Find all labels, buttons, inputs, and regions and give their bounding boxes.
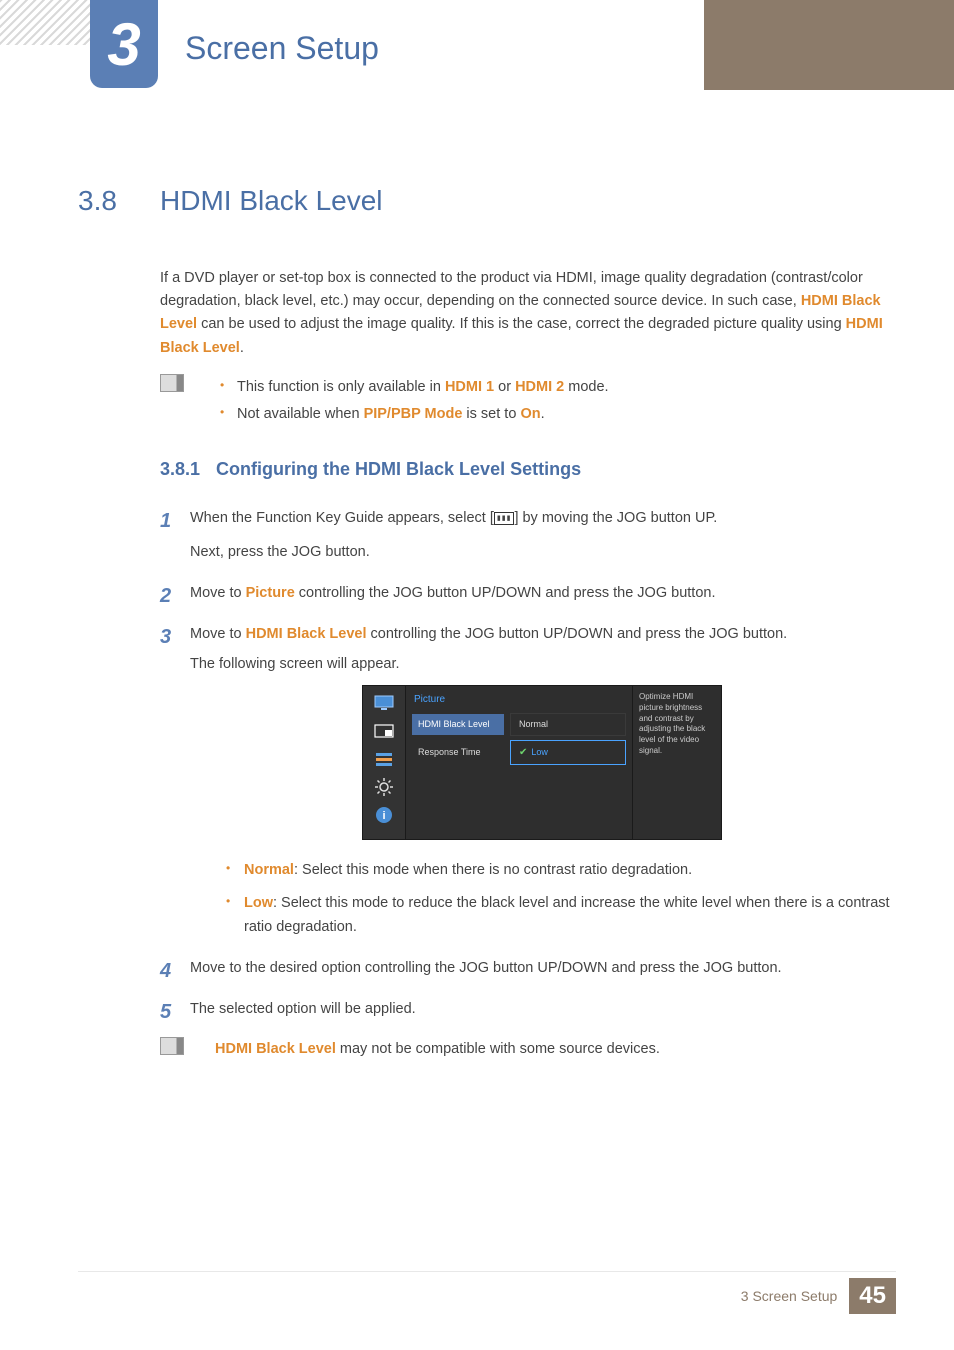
- step-marker-2: 2: [160, 579, 171, 613]
- note-1a-mid: or: [494, 379, 515, 395]
- osd-label-2: Response Time: [412, 742, 504, 763]
- step-1-text-a: When the Function Key Guide appears, sel…: [190, 510, 494, 526]
- option-normal: Normal: Select this mode when there is n…: [220, 858, 894, 883]
- steps-list: 1 When the Function Key Guide appears, s…: [160, 506, 894, 1021]
- note-list-1: This function is only available in HDMI …: [215, 374, 609, 429]
- chapter-title: Screen Setup: [185, 30, 379, 67]
- step-3-line2: The following screen will appear.: [190, 652, 894, 677]
- option-low-label: Low: [244, 895, 273, 911]
- osd-sidebar: i: [363, 686, 405, 839]
- step-3-pre: Move to: [190, 626, 246, 642]
- note-1b-hl2: On: [520, 406, 540, 422]
- note-1b: Not available when PIP/PBP Mode is set t…: [215, 401, 609, 429]
- step-2-hl: Picture: [246, 585, 295, 601]
- pip-icon: [373, 722, 395, 740]
- step-4: 4 Move to the desired option controlling…: [160, 956, 894, 981]
- chapter-badge: 3: [90, 0, 158, 88]
- pencil-icon: [160, 1037, 184, 1055]
- osd-hint: Optimize HDMI picture brightness and con…: [633, 686, 721, 839]
- osd-main: Picture HDMI Black Level Normal Response…: [405, 686, 633, 839]
- menu-icon: [494, 512, 515, 525]
- step-marker-1: 1: [160, 504, 171, 538]
- note-1b-mid: is set to: [462, 406, 520, 422]
- note-icon-col: [160, 374, 215, 429]
- step-2: 2 Move to Picture controlling the JOG bu…: [160, 581, 894, 606]
- note-1b-post: .: [541, 406, 545, 422]
- note-1b-pre: Not available when: [237, 406, 364, 422]
- note-block-1: This function is only available in HDMI …: [160, 374, 894, 429]
- osd-title: Picture: [406, 686, 632, 713]
- option-low: Low: Select this mode to reduce the blac…: [220, 891, 894, 940]
- step-1: 1 When the Function Key Guide appears, s…: [160, 506, 894, 565]
- footer-text: 3 Screen Setup: [741, 1288, 838, 1304]
- intro-text-1: If a DVD player or set-top box is connec…: [160, 270, 863, 309]
- osd-items: HDMI Black Level Normal Response Time ✔ L…: [406, 713, 632, 775]
- note-1b-hl1: PIP/PBP Mode: [364, 406, 463, 422]
- subsection-number: 3.8.1: [160, 459, 200, 479]
- osd-option-low: ✔ Low: [510, 740, 626, 765]
- options-list: Normal: Select this mode when there is n…: [220, 858, 894, 940]
- step-marker-5: 5: [160, 995, 171, 1029]
- step-5-text: The selected option will be applied.: [190, 1001, 416, 1017]
- info-icon: i: [373, 806, 395, 824]
- osd-label-1: HDMI Black Level: [412, 714, 504, 735]
- note-icon-col-2: [160, 1037, 215, 1062]
- step-4-text: Move to the desired option controlling t…: [190, 960, 782, 976]
- step-5: 5 The selected option will be applied.: [160, 997, 894, 1022]
- step-2-post: controlling the JOG button UP/DOWN and p…: [295, 585, 716, 601]
- step-marker-4: 4: [160, 954, 171, 988]
- osd-option-low-label: Low: [531, 745, 548, 760]
- note-1a-post: mode.: [564, 379, 608, 395]
- note-block-2: HDMI Black Level may not be compatible w…: [160, 1037, 894, 1062]
- list-icon: [373, 750, 395, 768]
- header-bar: [704, 0, 954, 90]
- page-number: 45: [849, 1278, 896, 1314]
- note-1a-hl2: HDMI 2: [515, 379, 564, 395]
- intro-paragraph: If a DVD player or set-top box is connec…: [160, 267, 894, 360]
- osd-row-2: Response Time ✔ Low: [412, 740, 626, 765]
- subsection-header: 3.8.1 Configuring the HDMI Black Level Se…: [160, 459, 894, 480]
- section-header: 3.8 HDMI Black Level: [78, 185, 894, 217]
- svg-text:i: i: [382, 810, 385, 822]
- option-normal-label: Normal: [244, 862, 294, 878]
- option-low-desc: : Select this mode to reduce the black l…: [244, 895, 890, 936]
- content-area: 3.8 HDMI Black Level If a DVD player or …: [78, 185, 894, 1062]
- osd-row-1: HDMI Black Level Normal: [412, 713, 626, 736]
- step-1-text-b: ] by moving the JOG button UP.: [514, 510, 717, 526]
- monitor-icon: [373, 694, 395, 712]
- footer-rule: [78, 1271, 896, 1272]
- pencil-icon: [160, 374, 184, 392]
- intro-text-2: can be used to adjust the image quality.…: [197, 316, 846, 332]
- note-1a: This function is only available in HDMI …: [215, 374, 609, 402]
- step-3-hl: HDMI Black Level: [246, 626, 367, 642]
- footer: 3 Screen Setup 45: [741, 1278, 896, 1314]
- step-3-post: controlling the JOG button UP/DOWN and p…: [367, 626, 788, 642]
- section-number: 3.8: [78, 185, 160, 217]
- option-normal-desc: : Select this mode when there is no cont…: [294, 862, 692, 878]
- intro-text-3: .: [240, 340, 244, 356]
- osd-option-normal: Normal: [510, 713, 626, 736]
- step-1-line2: Next, press the JOG button.: [190, 540, 894, 565]
- chapter-number: 3: [107, 10, 140, 79]
- osd-screenshot: i Picture HDMI Black Level Normal Respon…: [362, 685, 722, 840]
- note-2-text: HDMI Black Level may not be compatible w…: [215, 1037, 660, 1062]
- subsection-title: Configuring the HDMI Black Level Setting…: [216, 459, 581, 479]
- note-1a-hl1: HDMI 1: [445, 379, 494, 395]
- section-title: HDMI Black Level: [160, 185, 383, 217]
- step-2-pre: Move to: [190, 585, 246, 601]
- step-3: 3 Move to HDMI Black Level controlling t…: [160, 622, 894, 940]
- note-1a-pre: This function is only available in: [237, 379, 445, 395]
- step-marker-3: 3: [160, 620, 171, 654]
- note-2-hl: HDMI Black Level: [215, 1041, 336, 1057]
- check-icon: ✔: [519, 744, 527, 761]
- gear-icon: [373, 778, 395, 796]
- note-2-post: may not be compatible with some source d…: [336, 1041, 660, 1057]
